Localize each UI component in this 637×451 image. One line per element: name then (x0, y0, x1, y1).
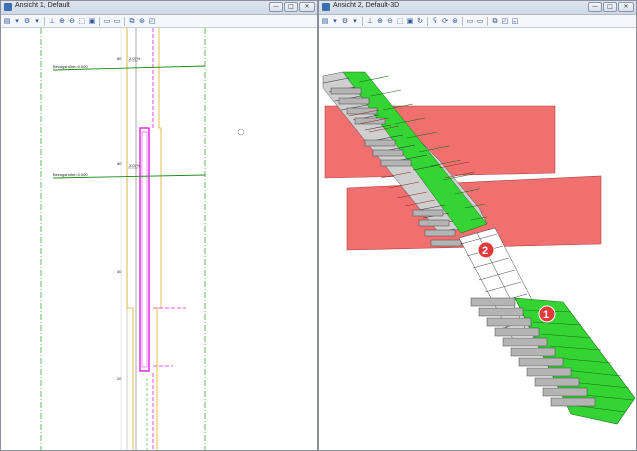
slope-label-top: 2.07% (129, 56, 141, 61)
fit-view-icon[interactable]: ▣ (88, 17, 96, 25)
plan-drawing: Bezugshöhe=0.000 Bezugshöhe=0.000 2.07% … (40, 28, 245, 450)
marker-2[interactable]: 2 (477, 241, 495, 259)
axis-number-80: 80 (117, 56, 122, 61)
window-icon (4, 3, 12, 11)
clip-mask-icon[interactable]: ◱ (511, 17, 519, 25)
yellow-outline (156, 28, 162, 450)
title-bar[interactable]: Ansicht 2, Default-3D — □ ✕ (319, 1, 636, 15)
minimize-button[interactable]: — (588, 2, 602, 12)
separator (427, 16, 428, 26)
camera-icon[interactable]: ⊛ (138, 17, 146, 25)
view-window-2[interactable]: Ansicht 2, Default-3D — □ ✕ ▤ ▾ ⚙ ▾ ⊥ ⊕ … (318, 0, 637, 451)
view-window-1[interactable]: Ansicht 1, Default — □ ✕ ▤ ▾ ⚙ ▾ ⊥ ⊕ ⊖ ⬚… (0, 0, 318, 451)
fly-icon[interactable]: ⟳ (441, 17, 449, 25)
copy-view-icon[interactable]: ⧉ (128, 17, 136, 25)
drawing-canvas-3d[interactable]: 2 1 (319, 28, 636, 450)
view-previous-icon[interactable]: ▭ (466, 17, 474, 25)
drawing-canvas-2d[interactable]: Bezugshöhe=0.000 Bezugshöhe=0.000 2.07% … (1, 28, 317, 450)
copy-view-icon[interactable]: ⧉ (491, 17, 499, 25)
dropdown-icon[interactable]: ▾ (13, 17, 21, 25)
yellow-outline (126, 28, 134, 450)
camera-icon[interactable]: ⊛ (451, 17, 459, 25)
stair-outline-inner (141, 131, 148, 368)
update-view-icon[interactable]: ⊥ (366, 17, 374, 25)
axis-number-20: 20 (117, 376, 122, 381)
title-bar[interactable]: Ansicht 1, Default — □ ✕ (1, 1, 317, 15)
close-button[interactable]: ✕ (299, 2, 315, 12)
display-style-icon[interactable]: ⚙ (341, 17, 349, 25)
update-view-icon[interactable]: ⊥ (48, 17, 56, 25)
cursor-circle (237, 128, 245, 136)
maximize-button[interactable]: □ (284, 2, 298, 12)
separator (487, 16, 488, 26)
model-3d-drawing: 2 1 (322, 71, 636, 425)
fit-view-icon[interactable]: ▣ (406, 17, 414, 25)
dropdown-icon[interactable]: ▾ (33, 17, 41, 25)
separator (99, 16, 100, 26)
window-title: Ansicht 2, Default-3D (333, 2, 400, 9)
view-next-icon[interactable]: ▭ (113, 17, 121, 25)
display-style-icon[interactable]: ⚙ (23, 17, 31, 25)
walk-icon[interactable]: ʕ (431, 17, 439, 25)
zoom-in-icon[interactable]: ⊕ (58, 17, 66, 25)
window-area-icon[interactable]: ⬚ (78, 17, 86, 25)
clip-volume-icon[interactable]: ◰ (148, 17, 156, 25)
axis-number-60: 60 (117, 161, 122, 166)
separator (124, 16, 125, 26)
marker-1[interactable]: 1 (538, 305, 556, 323)
separator (462, 16, 463, 26)
marker-2-label: 2 (482, 245, 488, 257)
separator (44, 16, 45, 26)
marker-1-label: 1 (543, 309, 549, 321)
rotate-view-icon[interactable]: ↻ (416, 17, 424, 25)
close-button[interactable]: ✕ (618, 2, 634, 12)
dropdown-icon[interactable]: ▾ (351, 17, 359, 25)
window-icon (322, 3, 330, 11)
maximize-button[interactable]: □ (603, 2, 617, 12)
zoom-out-icon[interactable]: ⊖ (386, 17, 394, 25)
axis-number-40: 40 (117, 269, 122, 274)
zoom-out-icon[interactable]: ⊖ (68, 17, 76, 25)
minimize-button[interactable]: — (269, 2, 283, 12)
view-attributes-icon[interactable]: ▤ (321, 17, 329, 25)
reference-height-label-1: Bezugshöhe=0.000 (53, 64, 88, 69)
view-previous-icon[interactable]: ▭ (103, 17, 111, 25)
view-toolbar: ▤ ▾ ⚙ ▾ ⊥ ⊕ ⊖ ⬚ ▣ ▭ ▭ ⧉ ⊛ ◰ (1, 15, 317, 28)
slope-label-mid: 2.07% (129, 163, 141, 168)
reference-height-label-2: Bezugshöhe=0.000 (53, 172, 88, 177)
dropdown-icon[interactable]: ▾ (331, 17, 339, 25)
zoom-in-icon[interactable]: ⊕ (376, 17, 384, 25)
window-area-icon[interactable]: ⬚ (396, 17, 404, 25)
view-attributes-icon[interactable]: ▤ (3, 17, 11, 25)
clip-volume-icon[interactable]: ◰ (501, 17, 509, 25)
view-next-icon[interactable]: ▭ (476, 17, 484, 25)
view-toolbar: ▤ ▾ ⚙ ▾ ⊥ ⊕ ⊖ ⬚ ▣ ↻ ʕ ⟳ ⊛ ▭ ▭ ⧉ ◰ ◱ (319, 15, 636, 28)
stair-outline (139, 127, 150, 372)
separator (362, 16, 363, 26)
window-title: Ansicht 1, Default (15, 2, 70, 9)
